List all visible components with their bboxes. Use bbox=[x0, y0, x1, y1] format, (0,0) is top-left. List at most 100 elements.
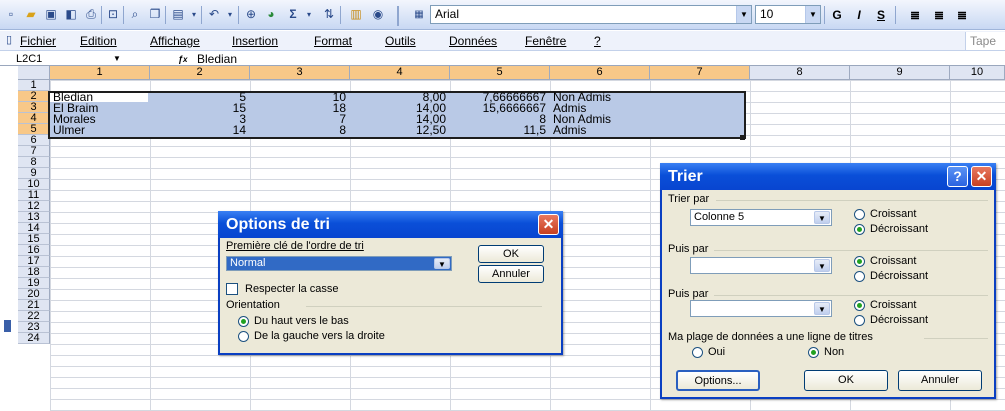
workbook-icon[interactable]: ▯ bbox=[0, 32, 18, 49]
standard-toolbar: ▫ ▰ ▣ ◧ ⎙ ⊡ ⌕ ❐ ▤ ▾ ↶ ▾ ⊕ ◕ Σ ▾ ⇅ ▥ ◉ ▦ … bbox=[0, 0, 1005, 30]
table-cell[interactable]: 15 bbox=[150, 102, 246, 114]
font-size-combo[interactable]: 10 ▼ bbox=[755, 5, 821, 24]
formula-input[interactable]: Bledian bbox=[197, 52, 237, 66]
bold-button[interactable]: G bbox=[828, 6, 846, 24]
table-cell[interactable]: 18 bbox=[250, 102, 346, 114]
header-yes-radio[interactable] bbox=[692, 347, 703, 358]
cancel-button[interactable]: Annuler bbox=[898, 370, 982, 391]
table-cell[interactable]: 12,50 bbox=[350, 124, 446, 136]
chevron-down-icon[interactable]: ▼ bbox=[814, 302, 830, 315]
menu-fichier[interactable]: Fichier bbox=[20, 34, 56, 48]
column-header[interactable]: 9 bbox=[850, 66, 950, 80]
italic-button[interactable]: I bbox=[850, 6, 868, 24]
sort-by-descending-radio[interactable] bbox=[854, 224, 865, 235]
copy-icon[interactable]: ❐ bbox=[146, 6, 164, 23]
table-cell[interactable]: 14 bbox=[150, 124, 246, 136]
table-cell[interactable]: 5 bbox=[150, 91, 246, 103]
menu-edition[interactable]: Edition bbox=[80, 34, 117, 48]
options-button[interactable]: Options... bbox=[676, 370, 760, 391]
chart-wizard-icon[interactable]: ▥ bbox=[347, 6, 365, 23]
chevron-down-icon[interactable]: ▼ bbox=[805, 6, 820, 23]
open-icon[interactable]: ▰ bbox=[22, 6, 40, 23]
case-sensitive-label: Respecter la casse bbox=[245, 283, 339, 295]
chevron-down-icon[interactable]: ▼ bbox=[736, 6, 751, 23]
column-header[interactable]: 6 bbox=[550, 66, 650, 80]
table-cell[interactable]: 8 bbox=[250, 124, 346, 136]
header-no-label: Non bbox=[824, 346, 845, 358]
then-by-select-2[interactable]: ▼ bbox=[690, 300, 832, 317]
case-sensitive-checkbox[interactable] bbox=[226, 283, 238, 295]
align-center-icon[interactable]: ≣ bbox=[930, 6, 948, 24]
save-icon[interactable]: ▣ bbox=[42, 6, 60, 23]
then-by-descending-radio[interactable] bbox=[854, 271, 865, 282]
menu-help[interactable]: ? bbox=[594, 34, 601, 48]
function-icon[interactable]: ƒx bbox=[178, 52, 187, 67]
column-header[interactable]: 5 bbox=[450, 66, 550, 80]
row-header[interactable]: 24 bbox=[18, 333, 50, 344]
refresh-icon[interactable]: ◕ bbox=[262, 6, 280, 23]
table-cell[interactable]: Admis bbox=[553, 124, 586, 136]
ok-button[interactable]: OK bbox=[804, 370, 888, 391]
table-cell[interactable]: 10 bbox=[250, 91, 346, 103]
new-icon[interactable]: ▫ bbox=[2, 6, 20, 23]
menu-outils[interactable]: Outils bbox=[385, 34, 416, 48]
print-icon[interactable]: ⎙ bbox=[82, 6, 100, 23]
chevron-down-icon[interactable]: ▼ bbox=[113, 52, 121, 66]
undo-dropdown-icon[interactable]: ▾ bbox=[221, 6, 239, 23]
menu-format[interactable]: Format bbox=[314, 34, 352, 48]
header-no-radio[interactable] bbox=[808, 347, 819, 358]
group-divider bbox=[924, 338, 988, 339]
select-all-corner[interactable] bbox=[18, 66, 50, 80]
table-cell[interactable]: 3 bbox=[150, 113, 246, 125]
chevron-down-icon[interactable]: ▼ bbox=[814, 259, 830, 272]
sort-by-ascending-radio[interactable] bbox=[854, 209, 865, 220]
table-cell[interactable]: 15,6666667 bbox=[450, 102, 546, 114]
chevron-down-icon[interactable]: ▼ bbox=[434, 258, 450, 269]
close-icon[interactable]: ✕ bbox=[538, 214, 559, 235]
autosum-dropdown-icon[interactable]: ▾ bbox=[300, 6, 318, 23]
sort-ascending-icon[interactable]: ⇅ bbox=[320, 6, 338, 23]
menu-donnees[interactable]: Données bbox=[449, 34, 497, 48]
first-key-select[interactable]: Normal ▼ bbox=[226, 256, 452, 271]
close-icon[interactable]: ✕ bbox=[971, 166, 992, 187]
table-cell[interactable]: 11,5 bbox=[450, 124, 546, 136]
underline-button[interactable]: S bbox=[872, 6, 890, 24]
table-cell[interactable]: 7 bbox=[250, 113, 346, 125]
then-by-2-ascending-radio[interactable] bbox=[854, 300, 865, 311]
sort-by-select[interactable]: Colonne 5 ▼ bbox=[690, 209, 832, 226]
permission-icon[interactable]: ◧ bbox=[62, 6, 80, 23]
hyperlink-icon[interactable]: ⊕ bbox=[242, 6, 260, 23]
column-header[interactable]: 3 bbox=[250, 66, 350, 80]
column-header[interactable]: 4 bbox=[350, 66, 450, 80]
then-by-2-descending-radio[interactable] bbox=[854, 315, 865, 326]
first-key-label: Première clé de l'ordre de tri bbox=[226, 240, 364, 252]
column-header[interactable]: 2 bbox=[150, 66, 250, 80]
help-icon[interactable]: ? bbox=[947, 166, 968, 187]
then-by-ascending-radio[interactable] bbox=[854, 256, 865, 267]
column-header[interactable]: 1 bbox=[50, 66, 150, 80]
sort-dialog: Trier ? ✕ Trier par Colonne 5 ▼ Croissan… bbox=[660, 163, 996, 399]
research-icon[interactable]: ⌕ bbox=[126, 6, 144, 23]
then-by-select[interactable]: ▼ bbox=[690, 257, 832, 274]
print-preview-icon[interactable]: ⊡ bbox=[104, 6, 122, 23]
menu-fenetre[interactable]: Fenêtre bbox=[525, 34, 566, 48]
orientation-top-bottom-radio[interactable] bbox=[238, 316, 249, 327]
font-name-combo[interactable]: Arial ▼ bbox=[430, 5, 752, 24]
help-icon[interactable]: ◉ bbox=[369, 6, 387, 23]
name-box[interactable]: L2C1 bbox=[16, 52, 42, 66]
table-cell[interactable]: Ulmer bbox=[53, 124, 85, 136]
help-question-input[interactable]: Tape bbox=[965, 32, 1005, 50]
menu-affichage[interactable]: Affichage bbox=[150, 34, 200, 48]
chevron-down-icon[interactable]: ▼ bbox=[814, 211, 830, 224]
orientation-left-right-radio[interactable] bbox=[238, 331, 249, 342]
column-header[interactable]: 10 bbox=[950, 66, 1005, 80]
align-right-icon[interactable]: ≣ bbox=[953, 6, 971, 24]
menu-insertion[interactable]: Insertion bbox=[232, 34, 278, 48]
column-header[interactable]: 8 bbox=[750, 66, 850, 80]
fill-handle[interactable] bbox=[740, 135, 745, 140]
column-header[interactable]: 7 bbox=[650, 66, 750, 80]
font-color-icon[interactable]: ▦ bbox=[410, 6, 428, 23]
align-left-icon[interactable]: ≣ bbox=[906, 6, 924, 24]
cancel-button[interactable]: Annuler bbox=[478, 265, 544, 283]
ok-button[interactable]: OK bbox=[478, 245, 544, 263]
